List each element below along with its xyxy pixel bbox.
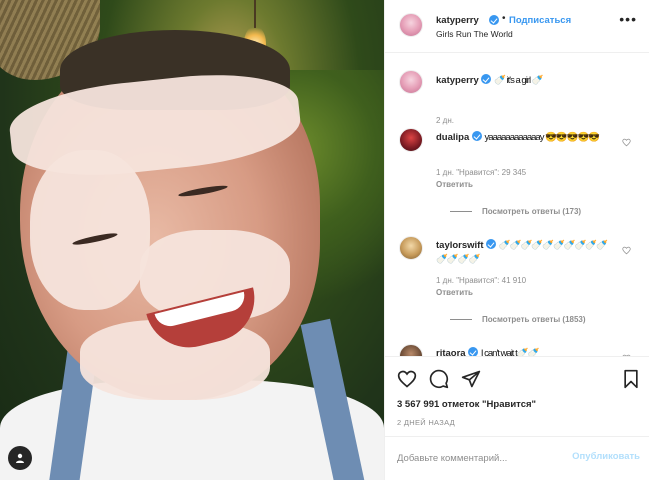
follow-button[interactable]: Подписаться — [509, 15, 571, 26]
comment-item: dualipa yaaaaaaaaaaaay 😎😎😎😎😎 1 дн. "Нрав… — [399, 128, 639, 218]
commenter-avatar[interactable] — [399, 236, 423, 260]
publish-button[interactable]: Опубликовать — [572, 451, 640, 462]
bookmark-icon[interactable] — [621, 369, 641, 389]
comment-text: yaaaaaaaaaaaay 😎😎😎😎😎 — [484, 132, 601, 143]
post-location[interactable]: Girls Run The World — [436, 29, 513, 39]
verified-badge-icon — [471, 131, 482, 141]
commenter-username[interactable]: taylorswift — [436, 240, 484, 251]
commenter-username[interactable]: dualipa — [436, 132, 469, 143]
likes-count[interactable]: 3 567 991 отметок "Нравится" — [397, 399, 536, 410]
post-date[interactable]: 2 ДНЕЙ НАЗАД — [397, 418, 455, 427]
post-side-panel: katyperry • Подписаться Girls Run The Wo… — [384, 0, 649, 480]
verified-badge-icon — [481, 74, 492, 84]
heart-icon[interactable] — [622, 246, 631, 255]
caption-text: 🍼 it's a girl 🍼 — [494, 75, 543, 86]
commenter-avatar[interactable] — [399, 128, 423, 152]
verified-badge-icon — [486, 239, 497, 249]
post-photo[interactable] — [0, 0, 384, 480]
comment-item: ritaora I can't wait t🍼🍼 — [399, 344, 639, 356]
comment-meta: 1 дн. "Нравится": 29 345 — [436, 168, 527, 177]
comment-body: taylorswift 🍼🍼🍼🍼🍼🍼🍼🍼🍼🍼🍼🍼🍼🍼 — [436, 239, 611, 267]
commenter-avatar[interactable] — [399, 344, 423, 356]
photo-cream — [30, 150, 150, 310]
photo-bulb-wire — [254, 0, 256, 28]
verified-badge-icon — [468, 347, 479, 356]
view-replies-button[interactable]: Посмотреть ответы (1853) — [450, 315, 586, 324]
heart-icon[interactable] — [397, 369, 417, 389]
comment-text: I can't wait t🍼🍼 — [480, 348, 540, 356]
comment-item: taylorswift 🍼🍼🍼🍼🍼🍼🍼🍼🍼🍼🍼🍼🍼🍼 1 дн. "Нравит… — [399, 236, 639, 326]
post-actions: 3 567 991 отметок "Нравится" 2 ДНЕЙ НАЗА… — [385, 356, 649, 436]
post-header: katyperry • Подписаться Girls Run The Wo… — [385, 0, 649, 53]
separator-dot: • — [502, 13, 506, 24]
verified-badge-icon — [489, 15, 499, 25]
comment-composer: Опубликовать — [385, 436, 649, 480]
caption-line: katyperry 🍼 it's a girl 🍼 — [436, 74, 544, 86]
caption-username[interactable]: katyperry — [436, 75, 479, 86]
author-username[interactable]: katyperry — [436, 15, 479, 26]
comment-body: ritaora I can't wait t🍼🍼 — [436, 347, 611, 356]
view-replies-button[interactable]: Посмотреть ответы (173) — [450, 207, 581, 216]
comment-input[interactable] — [397, 449, 557, 467]
more-icon[interactable]: ••• — [619, 12, 637, 26]
user-tag-icon — [16, 453, 24, 463]
heart-icon[interactable] — [622, 138, 631, 147]
reply-button[interactable]: Ответить — [436, 180, 473, 189]
comment-body: dualipa yaaaaaaaaaaaay 😎😎😎😎😎 — [436, 131, 611, 145]
comment-icon[interactable] — [429, 369, 449, 389]
comments-list[interactable]: katyperry 🍼 it's a girl 🍼 2 дн. dualipa … — [385, 54, 649, 356]
commenter-username[interactable]: ritaora — [436, 348, 466, 356]
user-tag-button[interactable] — [8, 446, 32, 470]
reply-button[interactable]: Ответить — [436, 288, 473, 297]
caption-avatar[interactable] — [399, 70, 423, 94]
comment-meta: 1 дн. "Нравится": 41 910 — [436, 276, 527, 285]
caption-time[interactable]: 2 дн. — [436, 116, 454, 125]
author-avatar[interactable] — [399, 13, 423, 37]
share-icon[interactable] — [461, 369, 481, 389]
